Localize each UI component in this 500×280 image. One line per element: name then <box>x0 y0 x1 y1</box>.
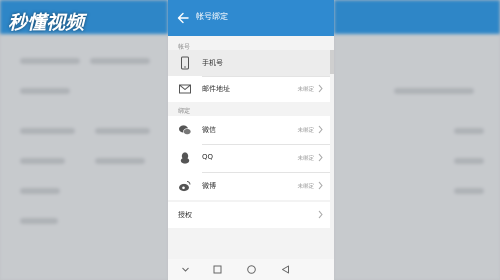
background-row <box>90 58 150 64</box>
home-circle-icon[interactable] <box>246 264 257 275</box>
background-row <box>20 188 60 194</box>
dropdown-icon[interactable] <box>180 264 191 275</box>
chevron-right-icon <box>318 210 323 219</box>
phone-icon <box>181 56 189 70</box>
bind-row-label: 微信 <box>202 126 216 134</box>
bind-status: 未绑定 <box>297 128 314 134</box>
back-arrow-icon[interactable] <box>176 11 190 25</box>
other-card: 授权 <box>168 202 330 228</box>
background-right <box>334 0 500 280</box>
authorization-label: 授权 <box>178 211 192 219</box>
bind-row-weibo[interactable]: 微博 未绑定 <box>168 172 330 200</box>
chevron-right-icon <box>318 125 323 134</box>
mail-icon <box>179 84 191 94</box>
background-left <box>0 0 168 280</box>
bind-row-qq[interactable]: QQ 未绑定 <box>168 144 330 172</box>
bind-row-label: 微博 <box>202 182 216 190</box>
background-row <box>454 128 484 134</box>
bind-status: 未绑定 <box>297 156 314 162</box>
scrollbar[interactable] <box>330 50 334 74</box>
account-row-label: 邮件地址 <box>202 85 230 93</box>
background-row <box>20 158 65 164</box>
background-row <box>95 158 145 164</box>
chevron-right-icon <box>318 153 323 162</box>
account-card: 手机号 邮件地址 未绑定 <box>168 50 330 102</box>
qq-icon <box>180 152 190 164</box>
section-label-bind: 绑定 <box>178 108 191 115</box>
background-header <box>334 0 500 34</box>
system-navbar <box>168 259 334 280</box>
background-row <box>394 88 474 94</box>
background-row <box>95 128 150 134</box>
phone-screen: 帐号绑定 帐号 手机号 邮件地址 未绑定 绑定 微信 未绑定 QQ 未绑定 微博… <box>168 0 334 280</box>
watermark-logo: 秒懂视频 <box>8 12 85 34</box>
background-row <box>20 218 58 224</box>
background-row <box>454 188 484 194</box>
background-row <box>20 88 70 94</box>
chevron-right-icon <box>318 84 323 93</box>
background-row <box>454 158 484 164</box>
bind-status: 未绑定 <box>297 184 314 190</box>
back-triangle-icon[interactable] <box>280 264 291 275</box>
recents-square-icon[interactable] <box>212 264 223 275</box>
title-bar: 帐号绑定 <box>168 0 334 36</box>
bind-status: 未绑定 <box>297 87 314 93</box>
bind-card: 微信 未绑定 QQ 未绑定 微博 未绑定 <box>168 116 330 200</box>
background-row <box>20 128 75 134</box>
wechat-icon <box>179 125 192 135</box>
page-title: 帐号绑定 <box>196 12 228 21</box>
weibo-icon <box>179 181 191 192</box>
account-row-phone[interactable]: 手机号 <box>168 50 330 76</box>
chevron-right-icon <box>318 181 323 190</box>
background-row <box>20 58 80 64</box>
bind-row-wechat[interactable]: 微信 未绑定 <box>168 116 330 144</box>
authorization-row[interactable]: 授权 <box>168 202 330 228</box>
bind-row-label: QQ <box>202 153 214 161</box>
account-row-label: 手机号 <box>202 59 223 67</box>
account-row-email[interactable]: 邮件地址 未绑定 <box>168 76 330 102</box>
